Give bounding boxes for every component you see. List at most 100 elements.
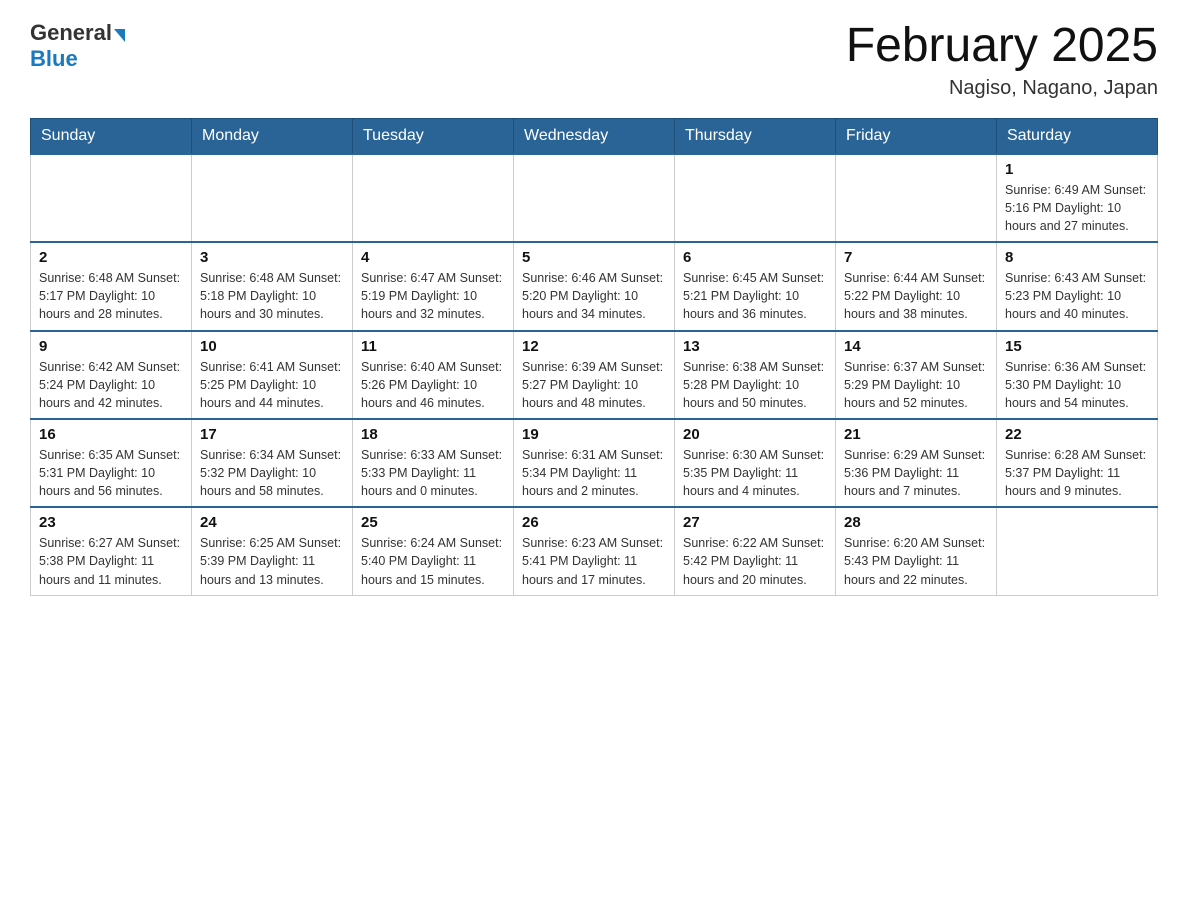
- day-info: Sunrise: 6:22 AM Sunset: 5:42 PM Dayligh…: [683, 534, 827, 588]
- calendar-cell: [675, 154, 836, 242]
- day-info: Sunrise: 6:40 AM Sunset: 5:26 PM Dayligh…: [361, 358, 505, 412]
- calendar-cell: 6 Sunrise: 6:45 AM Sunset: 5:21 PM Daylig…: [675, 242, 836, 330]
- day-info: Sunrise: 6:29 AM Sunset: 5:36 PM Dayligh…: [844, 446, 988, 500]
- day-number: 7: [844, 249, 988, 266]
- day-info: Sunrise: 6:42 AM Sunset: 5:24 PM Dayligh…: [39, 358, 183, 412]
- title-block: February 2025 Nagiso, Nagano, Japan: [846, 20, 1158, 100]
- day-info: Sunrise: 6:38 AM Sunset: 5:28 PM Dayligh…: [683, 358, 827, 412]
- day-number: 4: [361, 249, 505, 266]
- day-number: 22: [1005, 426, 1149, 443]
- calendar-cell: 20 Sunrise: 6:30 AM Sunset: 5:35 PM Dayli…: [675, 419, 836, 507]
- day-info: Sunrise: 6:37 AM Sunset: 5:29 PM Dayligh…: [844, 358, 988, 412]
- day-info: Sunrise: 6:25 AM Sunset: 5:39 PM Dayligh…: [200, 534, 344, 588]
- day-info: Sunrise: 6:31 AM Sunset: 5:34 PM Dayligh…: [522, 446, 666, 500]
- day-info: Sunrise: 6:24 AM Sunset: 5:40 PM Dayligh…: [361, 534, 505, 588]
- day-number: 11: [361, 338, 505, 355]
- calendar-cell: 11 Sunrise: 6:40 AM Sunset: 5:26 PM Dayli…: [353, 331, 514, 419]
- calendar-cell: 16 Sunrise: 6:35 AM Sunset: 5:31 PM Dayli…: [31, 419, 192, 507]
- day-number: 26: [522, 514, 666, 531]
- calendar-cell: 1Sunrise: 6:49 AM Sunset: 5:16 PM Daylig…: [997, 154, 1158, 242]
- calendar-cell: [353, 154, 514, 242]
- calendar-week-row: 16 Sunrise: 6:35 AM Sunset: 5:31 PM Dayli…: [31, 419, 1158, 507]
- day-info: Sunrise: 6:45 AM Sunset: 5:21 PM Dayligh…: [683, 269, 827, 323]
- weekday-header-tuesday: Tuesday: [353, 118, 514, 154]
- calendar-cell: 28 Sunrise: 6:20 AM Sunset: 5:43 PM Dayli…: [836, 507, 997, 595]
- weekday-header-saturday: Saturday: [997, 118, 1158, 154]
- calendar-cell: 18 Sunrise: 6:33 AM Sunset: 5:33 PM Dayli…: [353, 419, 514, 507]
- day-info: Sunrise: 6:23 AM Sunset: 5:41 PM Dayligh…: [522, 534, 666, 588]
- day-number: 21: [844, 426, 988, 443]
- calendar-cell: 8 Sunrise: 6:43 AM Sunset: 5:23 PM Daylig…: [997, 242, 1158, 330]
- weekday-header-friday: Friday: [836, 118, 997, 154]
- calendar-cell: 27Sunrise: 6:22 AM Sunset: 5:42 PM Dayli…: [675, 507, 836, 595]
- weekday-header-monday: Monday: [192, 118, 353, 154]
- day-number: 15: [1005, 338, 1149, 355]
- logo: General Blue: [30, 20, 125, 72]
- calendar-week-row: 2 Sunrise: 6:48 AM Sunset: 5:17 PM Daylig…: [31, 242, 1158, 330]
- calendar-cell: 3 Sunrise: 6:48 AM Sunset: 5:18 PM Daylig…: [192, 242, 353, 330]
- day-number: 28: [844, 514, 988, 531]
- day-info: Sunrise: 6:47 AM Sunset: 5:19 PM Dayligh…: [361, 269, 505, 323]
- calendar-cell: 10Sunrise: 6:41 AM Sunset: 5:25 PM Dayli…: [192, 331, 353, 419]
- day-number: 5: [522, 249, 666, 266]
- day-number: 16: [39, 426, 183, 443]
- calendar-cell: 24Sunrise: 6:25 AM Sunset: 5:39 PM Dayli…: [192, 507, 353, 595]
- day-info: Sunrise: 6:36 AM Sunset: 5:30 PM Dayligh…: [1005, 358, 1149, 412]
- calendar-cell: [836, 154, 997, 242]
- day-number: 3: [200, 249, 344, 266]
- day-number: 23: [39, 514, 183, 531]
- day-number: 18: [361, 426, 505, 443]
- day-info: Sunrise: 6:43 AM Sunset: 5:23 PM Dayligh…: [1005, 269, 1149, 323]
- calendar-cell: 9 Sunrise: 6:42 AM Sunset: 5:24 PM Daylig…: [31, 331, 192, 419]
- calendar-cell: [514, 154, 675, 242]
- calendar-cell: 26 Sunrise: 6:23 AM Sunset: 5:41 PM Dayli…: [514, 507, 675, 595]
- day-number: 6: [683, 249, 827, 266]
- day-info: Sunrise: 6:46 AM Sunset: 5:20 PM Dayligh…: [522, 269, 666, 323]
- day-info: Sunrise: 6:33 AM Sunset: 5:33 PM Dayligh…: [361, 446, 505, 500]
- month-title: February 2025: [846, 20, 1158, 73]
- calendar-cell: 17Sunrise: 6:34 AM Sunset: 5:32 PM Dayli…: [192, 419, 353, 507]
- day-number: 13: [683, 338, 827, 355]
- day-number: 8: [1005, 249, 1149, 266]
- day-number: 17: [200, 426, 344, 443]
- weekday-header-row: SundayMondayTuesdayWednesdayThursdayFrid…: [31, 118, 1158, 154]
- logo-general-text: General: [30, 20, 112, 46]
- calendar-cell: 25 Sunrise: 6:24 AM Sunset: 5:40 PM Dayli…: [353, 507, 514, 595]
- calendar-cell: 15 Sunrise: 6:36 AM Sunset: 5:30 PM Dayli…: [997, 331, 1158, 419]
- day-number: 9: [39, 338, 183, 355]
- calendar-week-row: 23 Sunrise: 6:27 AM Sunset: 5:38 PM Dayli…: [31, 507, 1158, 595]
- calendar-cell: 2 Sunrise: 6:48 AM Sunset: 5:17 PM Daylig…: [31, 242, 192, 330]
- day-info: Sunrise: 6:30 AM Sunset: 5:35 PM Dayligh…: [683, 446, 827, 500]
- day-info: Sunrise: 6:27 AM Sunset: 5:38 PM Dayligh…: [39, 534, 183, 588]
- day-info: Sunrise: 6:41 AM Sunset: 5:25 PM Dayligh…: [200, 358, 344, 412]
- calendar-cell: 19Sunrise: 6:31 AM Sunset: 5:34 PM Dayli…: [514, 419, 675, 507]
- weekday-header-wednesday: Wednesday: [514, 118, 675, 154]
- calendar-cell: 13 Sunrise: 6:38 AM Sunset: 5:28 PM Dayli…: [675, 331, 836, 419]
- calendar-cell: 21 Sunrise: 6:29 AM Sunset: 5:36 PM Dayli…: [836, 419, 997, 507]
- calendar-cell: 5 Sunrise: 6:46 AM Sunset: 5:20 PM Daylig…: [514, 242, 675, 330]
- calendar-cell: [997, 507, 1158, 595]
- day-info: Sunrise: 6:28 AM Sunset: 5:37 PM Dayligh…: [1005, 446, 1149, 500]
- page-header: General Blue February 2025 Nagiso, Nagan…: [30, 20, 1158, 100]
- day-info: Sunrise: 6:48 AM Sunset: 5:17 PM Dayligh…: [39, 269, 183, 323]
- calendar-cell: 23 Sunrise: 6:27 AM Sunset: 5:38 PM Dayli…: [31, 507, 192, 595]
- day-info: Sunrise: 6:44 AM Sunset: 5:22 PM Dayligh…: [844, 269, 988, 323]
- logo-blue-text: Blue: [30, 46, 78, 72]
- calendar-cell: 7 Sunrise: 6:44 AM Sunset: 5:22 PM Daylig…: [836, 242, 997, 330]
- day-number: 25: [361, 514, 505, 531]
- day-info: Sunrise: 6:49 AM Sunset: 5:16 PM Dayligh…: [1005, 181, 1149, 235]
- day-info: Sunrise: 6:48 AM Sunset: 5:18 PM Dayligh…: [200, 269, 344, 323]
- calendar-cell: [192, 154, 353, 242]
- day-number: 2: [39, 249, 183, 266]
- calendar-cell: 4 Sunrise: 6:47 AM Sunset: 5:19 PM Daylig…: [353, 242, 514, 330]
- day-number: 12: [522, 338, 666, 355]
- location-text: Nagiso, Nagano, Japan: [846, 77, 1158, 100]
- logo-arrow-icon: [114, 29, 125, 42]
- calendar-week-row: 1Sunrise: 6:49 AM Sunset: 5:16 PM Daylig…: [31, 154, 1158, 242]
- calendar-week-row: 9 Sunrise: 6:42 AM Sunset: 5:24 PM Daylig…: [31, 331, 1158, 419]
- calendar-cell: 14Sunrise: 6:37 AM Sunset: 5:29 PM Dayli…: [836, 331, 997, 419]
- day-info: Sunrise: 6:35 AM Sunset: 5:31 PM Dayligh…: [39, 446, 183, 500]
- calendar-cell: [31, 154, 192, 242]
- day-info: Sunrise: 6:20 AM Sunset: 5:43 PM Dayligh…: [844, 534, 988, 588]
- day-number: 20: [683, 426, 827, 443]
